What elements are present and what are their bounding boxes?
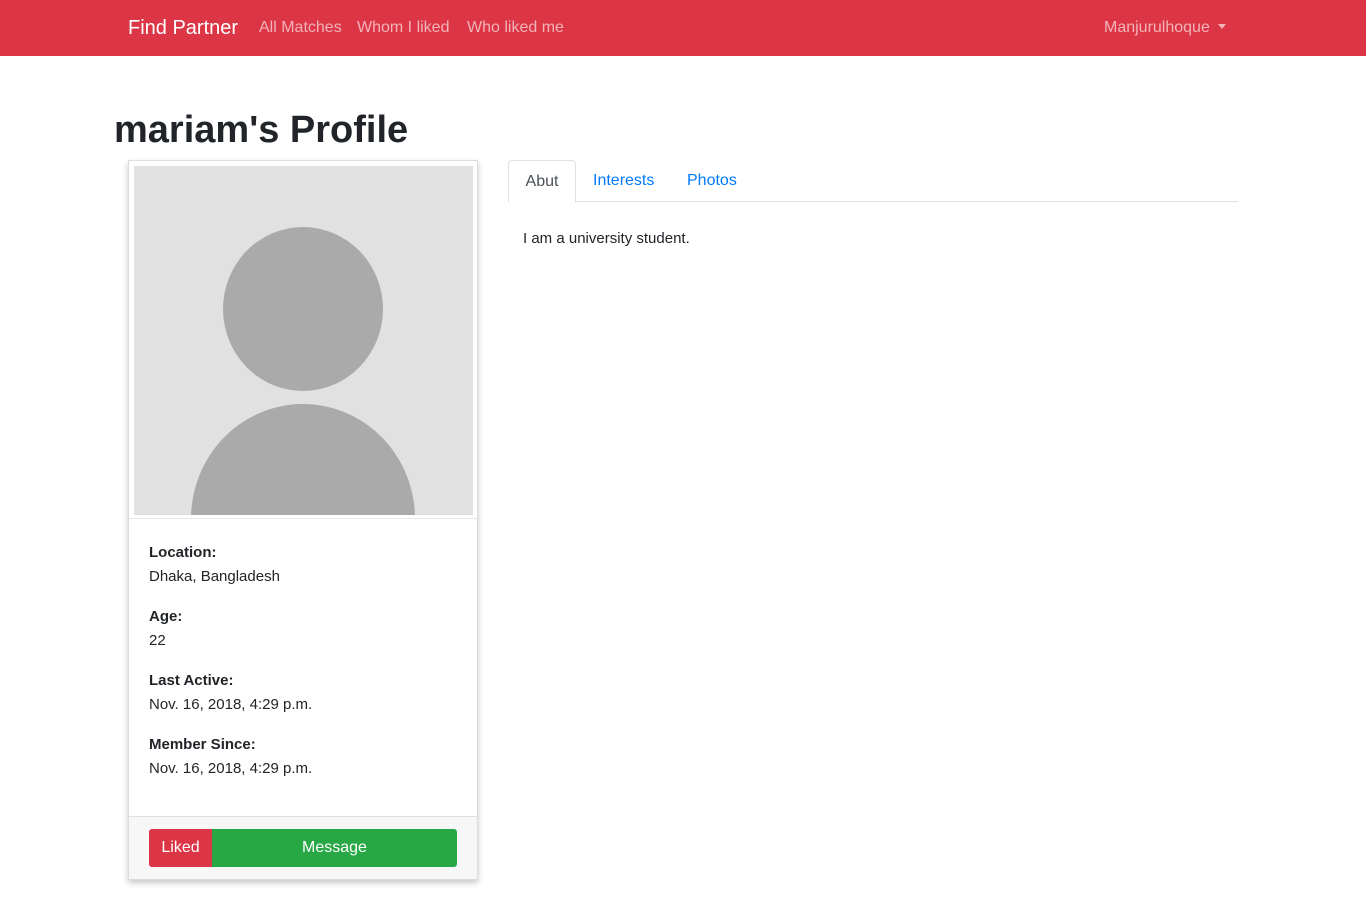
tab-interests[interactable]: Interests	[593, 160, 654, 202]
caret-down-icon	[1217, 24, 1226, 29]
last-active-block: Last Active: Nov. 16, 2018, 4:29 p.m.	[149, 669, 459, 717]
tab-photos[interactable]: Photos	[687, 160, 737, 202]
location-block: Location: Dhaka, Bangladesh	[149, 541, 459, 589]
avatar-head-icon	[223, 227, 383, 391]
profile-card: Location: Dhaka, Bangladesh Age: 22 Last…	[128, 160, 478, 880]
age-label: Age:	[149, 608, 183, 625]
location-value: Dhaka, Bangladesh	[149, 568, 280, 585]
profile-photo	[134, 166, 473, 515]
brand-link[interactable]: Find Partner	[128, 16, 238, 40]
profile-tabs: Abut Interests Photos	[508, 160, 1238, 203]
tab-about[interactable]: Abut	[508, 160, 576, 203]
member-since-block: Member Since: Nov. 16, 2018, 4:29 p.m.	[149, 733, 459, 781]
last-active-value: Nov. 16, 2018, 4:29 p.m.	[149, 696, 313, 713]
nav-whom-i-liked[interactable]: Whom I liked	[357, 18, 449, 38]
divider	[129, 518, 477, 519]
message-button[interactable]: Message	[212, 829, 457, 867]
liked-button[interactable]: Liked	[149, 829, 212, 867]
member-since-value: Nov. 16, 2018, 4:29 p.m.	[149, 760, 313, 777]
last-active-label: Last Active:	[149, 672, 234, 689]
location-label: Location:	[149, 544, 217, 561]
profile-info: Location: Dhaka, Bangladesh Age: 22 Last…	[149, 541, 459, 797]
nav-who-liked-me[interactable]: Who liked me	[467, 18, 564, 38]
age-block: Age: 22	[149, 605, 459, 653]
member-since-label: Member Since:	[149, 736, 256, 753]
user-name: Manjurulhoque	[1104, 19, 1210, 36]
avatar-body-icon	[191, 404, 415, 515]
page-title: mariam's Profile	[114, 109, 409, 151]
about-text: I am a university student.	[523, 230, 690, 247]
top-navbar: Find Partner All Matches Whom I liked Wh…	[0, 0, 1366, 56]
age-value: 22	[149, 632, 166, 649]
nav-all-matches[interactable]: All Matches	[259, 18, 342, 38]
card-footer: Liked Message	[129, 816, 477, 879]
user-dropdown[interactable]: Manjurulhoque	[1104, 18, 1226, 38]
